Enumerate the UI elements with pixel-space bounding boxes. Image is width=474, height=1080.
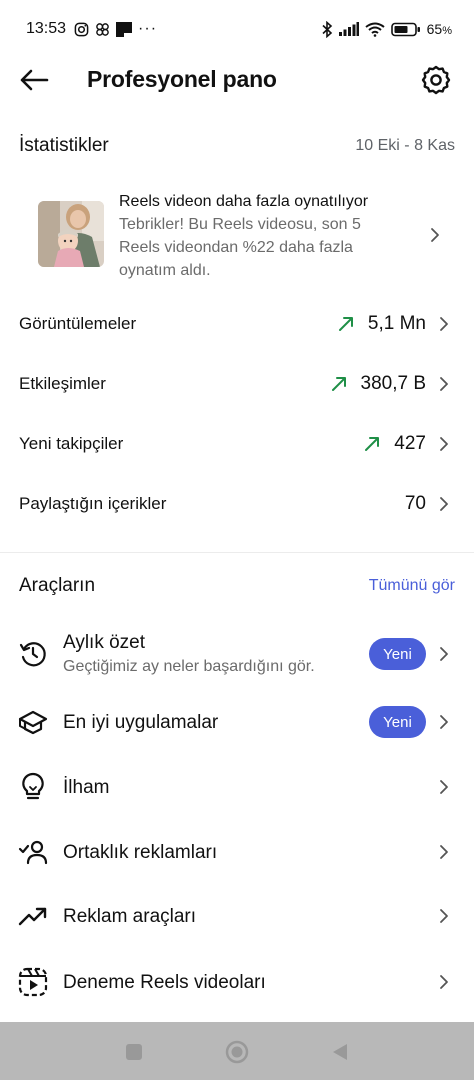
reels-description-line: Tebrikler! Bu Reels videosu, son 5 — [119, 216, 361, 233]
graduation-cap-icon — [18, 707, 48, 737]
stat-row-views[interactable]: Görüntülemeler 5,1 Mn — [0, 300, 474, 348]
chevron-right-icon — [437, 972, 451, 992]
stat-label: Etkileşimler — [19, 374, 106, 393]
new-badge: Yeni — [369, 706, 426, 738]
stat-value: 380,7 B — [331, 373, 427, 395]
back-triangle-icon[interactable] — [328, 1040, 352, 1064]
reels-trial-icon — [18, 967, 48, 997]
trend-up-icon — [338, 316, 354, 332]
tool-label: İlham — [63, 777, 110, 798]
chevron-right-icon — [437, 842, 451, 862]
stat-value-text: 427 — [394, 433, 426, 454]
signal-icon — [338, 22, 359, 36]
home-circle-icon[interactable] — [225, 1040, 249, 1064]
tool-label: Reklam araçları — [63, 906, 197, 927]
see-all-link[interactable]: Tümünü gör — [369, 577, 455, 595]
tool-label: Deneme Reels videoları — [63, 972, 266, 993]
stat-label: Paylaştığın içerikler — [19, 494, 167, 513]
wifi-icon — [365, 22, 385, 37]
stat-value-text: 380,7 B — [360, 373, 427, 394]
chevron-right-icon — [437, 374, 451, 394]
tool-item-inspiration[interactable]: İlham — [0, 757, 474, 817]
stat-value: 5,1 Mn — [338, 313, 426, 335]
settings-button[interactable] — [420, 64, 452, 96]
statistics-title: İstatistikler — [19, 135, 109, 156]
chevron-right-icon — [437, 494, 451, 514]
tools-header: Araçların Tümünü gör — [0, 566, 474, 606]
recents-square-icon[interactable] — [122, 1040, 146, 1064]
status-more: ··· — [138, 20, 158, 37]
tool-subtitle: Geçtiğimiz ay neler başardığını gör. — [63, 658, 315, 675]
tool-item-partnership-ads[interactable]: Ortaklık reklamları — [0, 822, 474, 882]
reels-thumbnail — [38, 201, 104, 267]
status-bar: 13:53 ··· 65% — [0, 0, 474, 58]
chevron-right-icon — [437, 644, 451, 664]
statistics-header: İstatistikler 10 Eki - 8 Kas — [0, 126, 474, 166]
partnership-person-check-icon — [18, 837, 48, 867]
stat-value-text: 5,1 Mn — [367, 313, 426, 334]
stat-value: 70 — [405, 493, 426, 515]
chevron-right-icon — [437, 712, 451, 732]
tool-item-best-practices[interactable]: En iyi uygulamalar Yeni — [0, 692, 474, 752]
tool-label: En iyi uygulamalar — [63, 712, 219, 733]
top-bar: Profesyonel pano — [0, 52, 474, 108]
arrow-left-icon — [20, 69, 49, 91]
history-clock-icon — [18, 639, 48, 669]
battery-icon — [390, 22, 421, 37]
new-badge: Yeni — [369, 638, 426, 670]
stat-label: Görüntülemeler — [19, 314, 137, 333]
lightbulb-icon — [18, 772, 48, 802]
trending-up-icon — [18, 901, 48, 931]
tool-item-trial-reels[interactable]: Deneme Reels videoları — [0, 952, 474, 1012]
dark-square-icon — [116, 21, 133, 37]
chevron-right-icon — [437, 314, 451, 334]
stat-row-new-followers[interactable]: Yeni takipçiler 427 — [0, 420, 474, 468]
date-range[interactable]: 10 Eki - 8 Kas — [355, 137, 455, 155]
status-right-icons: 65% — [321, 20, 452, 38]
chevron-right-icon — [437, 906, 451, 926]
status-time: 13:53 — [26, 20, 67, 37]
reels-insight-card[interactable]: Reels videon daha fazla oynatılıyor Tebr… — [0, 188, 474, 280]
chevron-right-icon — [437, 434, 451, 454]
system-nav-bar — [0, 1022, 474, 1080]
instagram-icon — [74, 22, 89, 37]
page-title: Profesyonel pano — [87, 66, 277, 92]
tool-item-monthly-summary[interactable]: Aylık özet Geçtiğimiz ay neler başardığı… — [0, 624, 474, 684]
status-left-icons: ··· — [74, 20, 157, 38]
section-divider — [0, 552, 474, 553]
chevron-right-icon — [428, 225, 442, 245]
threads-icon — [95, 22, 110, 37]
reels-text: Reels videon daha fazla oynatılıyor Tebr… — [119, 190, 419, 282]
reels-title: Reels videon daha fazla oynatılıyor — [119, 193, 369, 210]
stat-value-text: 70 — [404, 493, 426, 514]
battery-percent: 65% — [426, 21, 452, 37]
back-button[interactable] — [18, 64, 50, 96]
tool-label: Aylık özet — [63, 632, 146, 653]
trend-up-icon — [331, 376, 347, 392]
tool-item-ad-tools[interactable]: Reklam araçları — [0, 886, 474, 946]
stat-row-shared-content[interactable]: Paylaştığın içerikler 70 — [0, 480, 474, 528]
tool-label: Ortaklık reklamları — [63, 842, 218, 863]
chevron-right-icon — [437, 777, 451, 797]
reels-description-line: oynatım aldı. — [119, 262, 211, 279]
reels-description-line: Reels videondan %22 daha fazla — [119, 239, 353, 256]
stat-label: Yeni takipçiler — [19, 434, 124, 453]
stat-value: 427 — [364, 433, 426, 455]
stat-row-engagements[interactable]: Etkileşimler 380,7 B — [0, 360, 474, 408]
gear-icon — [421, 65, 451, 95]
trend-up-icon — [364, 436, 380, 452]
tools-title: Araçların — [19, 575, 96, 596]
bluetooth-icon — [321, 20, 333, 38]
